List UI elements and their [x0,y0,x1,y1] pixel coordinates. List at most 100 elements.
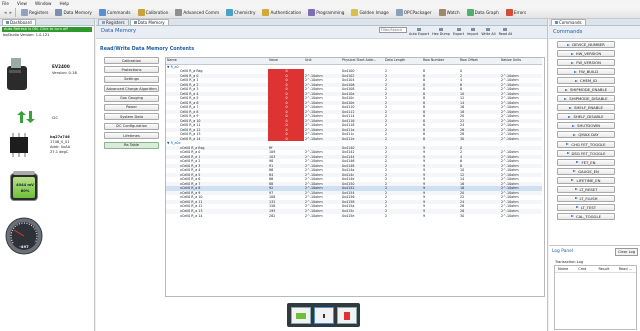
command-fet-en-button[interactable]: FET_EN [557,158,615,166]
log-column-header[interactable]: Name [555,267,575,271]
tab-dashboard[interactable]: Dashboard [2,19,36,25]
data-memory-icon [55,9,63,16]
menu-window[interactable]: Window [35,1,52,6]
category-settings-button[interactable]: Settings [104,75,159,83]
thumbnail-battery[interactable] [290,306,311,324]
cell-len: 2 [385,213,388,218]
command-lt-reset-button[interactable]: LT_RESET [557,185,615,193]
play-icon [564,97,568,100]
export-icon [456,28,461,31]
export-label: Export [452,32,465,36]
command-fw-build-button[interactable]: FW_BUILD [557,68,615,76]
menu-help[interactable]: Help [59,1,69,6]
category-gas-gauging-button[interactable]: Gas Gauging [104,94,159,102]
command-label: SHELF_DISABLE [573,114,604,120]
tab-registers[interactable]: Registers [98,19,129,25]
battery-icon: 4044 mV 80% [10,171,38,201]
log-column-header[interactable]: Read ... [616,267,636,271]
command-lifetime-en-button[interactable]: LIFETIME_EN [557,176,615,184]
command-shutdown-button[interactable]: SHUTDOWN [557,122,615,130]
toolbar-chemistry-label: Chemistry [234,10,256,15]
transaction-log-header: Name Cmd Result Read ... [555,266,636,273]
forward-arrow-icon[interactable]: ▸ [10,10,13,16]
dashboard-icon [6,21,9,24]
toolbar-registers-button[interactable]: Registers [19,8,50,18]
toolbar-opcpackager-button[interactable]: OPCPackager [394,8,434,18]
tab-dashboard-label: Dashboard [10,20,32,25]
auto-export-label: Auto Export [409,32,430,36]
thumbnail-gauge[interactable] [336,306,357,324]
command-shipmode-enable-button[interactable]: SHIPMODE_ENABLE [557,86,615,94]
auto-refresh-toggle[interactable]: Auto Refresh is ON. Click to turn off [2,27,92,32]
export-button[interactable]: Export [453,28,464,36]
toolbar-calibration-button[interactable]: Calibration [136,8,171,18]
command-dsg-fet-toggle-button[interactable]: DSG FET_TOGGLE [557,149,615,157]
tab-commands[interactable]: Commands [551,19,586,25]
command-chg-fet-toggle-button[interactable]: CHG FET_TOGGLE [557,140,615,148]
command-cal-toggle-button[interactable]: CAL_TOGGLE [557,212,615,220]
command-shipmode-disable-button[interactable]: SHIPMODE_DISABLE [557,95,615,103]
log-column-header[interactable]: Cmd [575,267,595,271]
tab-data-memory[interactable]: Data Memory [129,19,169,25]
command-gauge-en-button[interactable]: GAUGE_EN [557,167,615,175]
table-row[interactable]: xCell0 R_a 14 282 2^-10ohm 0x415e 2 9 30 2^-10o… [166,214,542,219]
command-device-number-button[interactable]: DEVICE_NUMBER [557,41,615,48]
command-lt-test-button[interactable]: LT_TEST [557,203,615,211]
command-label: FET_EN [581,159,596,165]
back-arrow-icon[interactable]: ◂ [4,10,7,16]
toolbar-data-graph-button[interactable]: Data Graph [465,8,501,18]
golden-image-icon [351,9,359,16]
command-label: FW_BUILD [578,69,599,75]
command-fw-version-button[interactable]: FW_VERSION [557,59,615,67]
command-qmax-day-button[interactable]: QMAX DAY [557,131,615,139]
write-all-button[interactable]: Write All [481,28,496,36]
command-shelf-disable-button[interactable]: SHELF_DISABLE [557,113,615,121]
toolbar-watch-button[interactable]: Watch [437,8,462,18]
menu-file[interactable]: File [2,1,9,6]
read-all-button[interactable]: Read All [499,28,512,36]
command-chem-id-button[interactable]: CHEM_ID [557,77,615,85]
category-calibration-button[interactable]: Calibration [104,57,159,64]
toolbar-golden-image-button[interactable]: Golden Image [349,8,390,18]
clear-log-button[interactable]: Clear Log [615,248,638,256]
category-lifetimes-button[interactable]: Lifetimes [104,132,159,140]
category-system-data-button[interactable]: System Data [104,113,159,121]
data-memory-title: Read/Write Data Memory Contents [100,47,195,52]
toolbar-data-memory-button[interactable]: Data Memory [53,8,93,18]
category-protections-button[interactable]: Protections [104,66,159,74]
hex-dump-button[interactable]: Hex Dump [432,28,450,36]
data-graph-icon [466,9,474,16]
toolbar-advanced-comm-button[interactable]: Advanced Comm [173,8,221,18]
category-i2c-configuration-button[interactable]: I2C Configuration [104,122,159,130]
toolbar-registers-label: Registers [29,10,49,15]
cell-value[interactable]: 282 [268,214,304,219]
play-icon [573,70,577,73]
communication-arrows-icon [17,111,35,124]
registers-icon [21,9,29,16]
toolbar-commands-button[interactable]: Commands [97,8,133,18]
command-lt-flush-button[interactable]: LT_FLUSH [557,194,615,202]
data-memory-icon [133,21,137,24]
command-shelf-enable-button[interactable]: SHELF_ENABLE [557,104,615,112]
chip-info: bq27z746 1748_0_01 Addr: 0xAA 27.1 degC [50,135,70,155]
command-label: CAL_TOGGLE [576,213,601,219]
command-hw-version-button[interactable]: HW_VERSION [557,50,615,58]
import-button[interactable]: Import [467,28,478,36]
commands-tab-header: Commands [549,19,640,26]
category-ra-table-button[interactable]: Ra Table [104,141,159,149]
log-column-header[interactable]: Result [596,267,616,271]
toolbar-authentication-button[interactable]: Authentication [260,8,303,18]
command-label: LIFETIME_EN [576,177,601,183]
toolbar-chemistry-button[interactable]: Chemistry [224,8,257,18]
auto-export-button[interactable]: Auto Export [409,28,429,36]
import-label: Import [467,32,479,36]
toolbar-errors-button[interactable]: Errors [504,8,528,18]
menu-view[interactable]: View [17,1,27,6]
command-label: QMAX DAY [578,132,599,138]
play-icon [572,124,576,127]
toolbar-programming-label: Programming [316,10,345,15]
category-advanced-charge-algorithm-button[interactable]: Advanced Charge Algorithm [104,85,159,93]
category-power-button[interactable]: Power [104,103,159,111]
toolbar-programming-button[interactable]: Programming [306,8,346,18]
thumbnail-chip[interactable] [313,306,334,324]
